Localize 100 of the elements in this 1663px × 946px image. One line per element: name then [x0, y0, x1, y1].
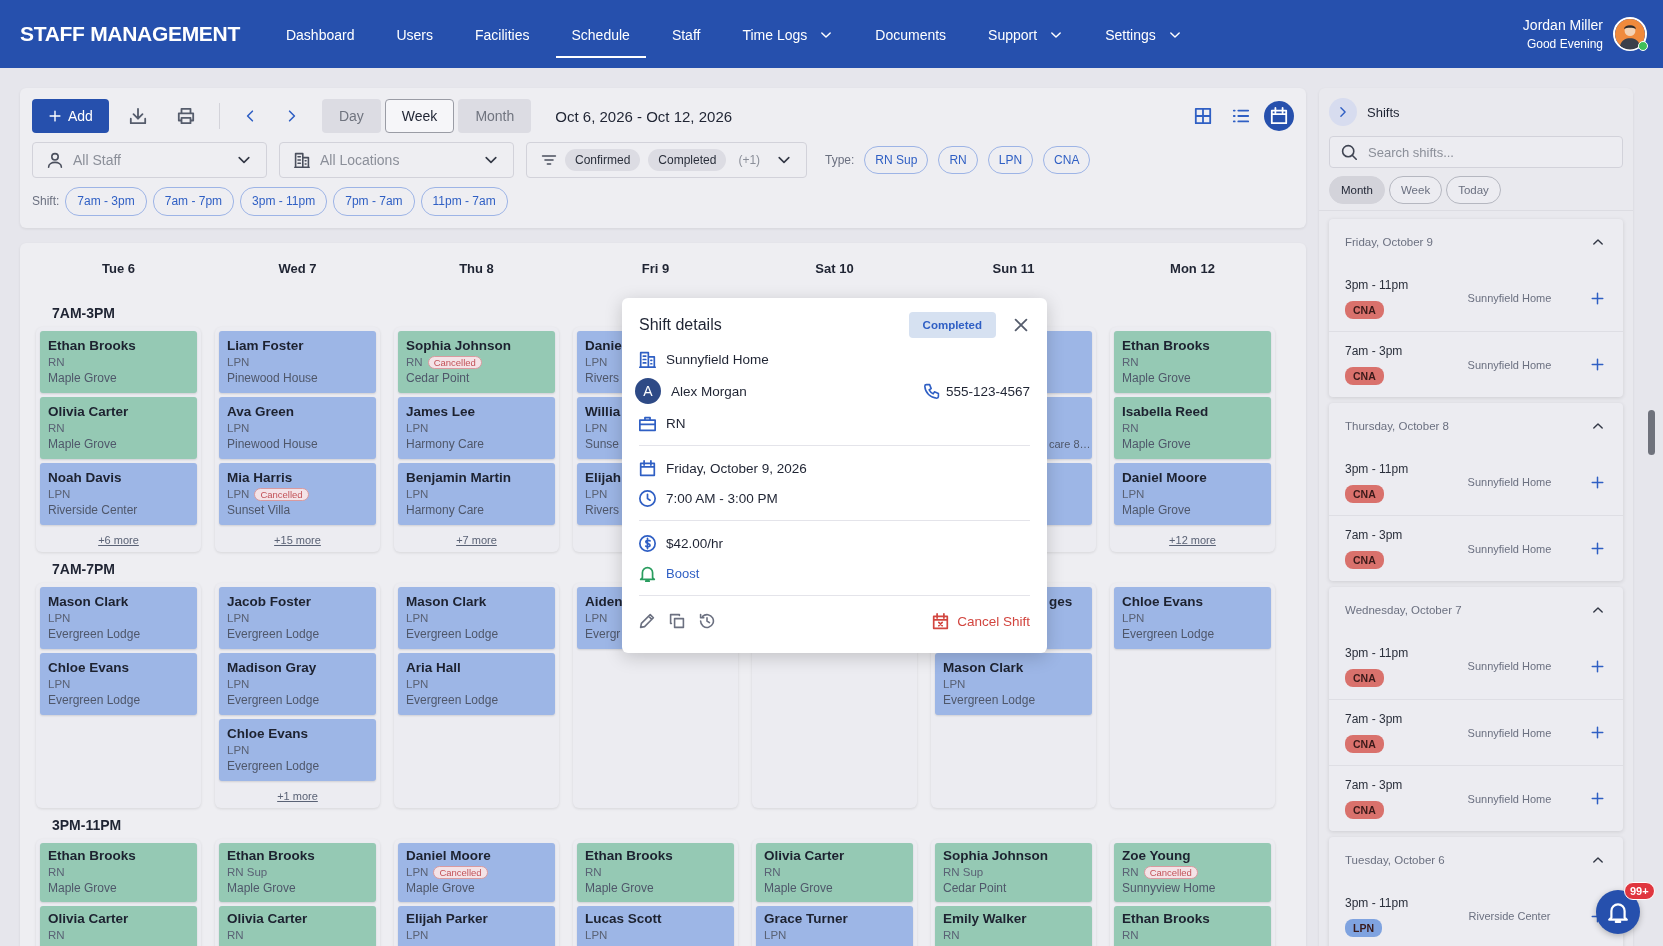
nav-link[interactable]: Users: [380, 14, 450, 58]
print-icon[interactable]: [176, 107, 195, 125]
facility-text: Pinewood House: [227, 371, 318, 385]
shift-card[interactable]: Lucas Scott LPN: [577, 906, 734, 946]
date-heading: Tuesday, October 6: [1345, 854, 1445, 866]
type-badge: CNA: [1345, 735, 1384, 753]
facility-text: Evergreen Lodge: [227, 759, 320, 773]
shift-card[interactable]: Ethan Brooks RN Maple Grove: [40, 331, 197, 393]
staff-name: Benjamin Martin: [406, 470, 511, 485]
shift-card[interactable]: Mason Clark LPN Evergreen Lodge: [935, 653, 1092, 715]
shift-card[interactable]: Jacob Foster LPN Evergreen Lodge: [219, 587, 376, 649]
avatar[interactable]: [1613, 17, 1647, 51]
more-link[interactable]: +6 more: [98, 534, 139, 546]
role-text: LPN: [48, 487, 71, 502]
plus-icon[interactable]: [1590, 474, 1605, 490]
type-filter-chip[interactable]: LPN: [987, 146, 1034, 174]
history-icon[interactable]: [699, 613, 715, 629]
shift-card[interactable]: Chloe Evans LPN Evergreen Lodge: [1114, 587, 1271, 649]
more-link[interactable]: +1 more: [277, 790, 318, 802]
add-button[interactable]: Add: [32, 99, 109, 133]
shift-card[interactable]: Madison Gray LPN Evergreen Lodge: [219, 653, 376, 715]
shift-card[interactable]: Benjamin Martin LPN Harmony Care: [398, 463, 555, 525]
plus-icon[interactable]: [1590, 791, 1605, 806]
shift-filter-chip[interactable]: 3pm - 11pm: [240, 186, 328, 216]
type-filter-chip[interactable]: RN Sup: [864, 146, 929, 174]
shift-card[interactable]: Mason Clark LPN Evergreen Lodge: [398, 587, 555, 649]
type-filter-chip[interactable]: RN: [938, 146, 978, 174]
range-tab[interactable]: Today: [1446, 176, 1501, 204]
shift-card[interactable]: Ethan Brooks RN Sup Maple Grove: [219, 843, 376, 902]
shift-filter-chip[interactable]: 11pm - 7am: [420, 186, 508, 216]
dollar-icon: [639, 534, 656, 552]
nav-link[interactable]: Support: [972, 14, 1080, 58]
shift-card[interactable]: Olivia Carter RN: [219, 906, 376, 946]
facility-text: Evergreen Lodge: [227, 627, 320, 641]
shift-card[interactable]: Isabella Reed RN Maple Grove: [1114, 397, 1271, 459]
shift-card[interactable]: Sophia Johnson RN Sup Cedar Point: [935, 843, 1092, 902]
shift-card[interactable]: Mia Harris LPN Cancelled Sunset Villa: [219, 463, 376, 525]
view-tab[interactable]: Week: [384, 99, 455, 133]
shift-card[interactable]: Liam Foster LPN Pinewood House: [219, 331, 376, 393]
plus-icon[interactable]: [1590, 357, 1605, 372]
view-tab[interactable]: Month: [458, 99, 532, 133]
plus-icon[interactable]: [1590, 658, 1605, 674]
plus-icon[interactable]: [1590, 290, 1605, 306]
shift-card[interactable]: Olivia Carter RN Maple Grove: [40, 397, 197, 459]
shift-card[interactable]: Ethan Brooks RN Maple Grove: [40, 843, 197, 902]
type-badge: LPN: [1345, 918, 1382, 937]
range-tab[interactable]: Month: [1329, 176, 1385, 204]
staff-name: Ethan Brooks: [1122, 911, 1210, 926]
nav-link[interactable]: Staff: [655, 14, 717, 58]
role-text: RN: [585, 865, 602, 880]
shift-card[interactable]: James Lee LPN Harmony Care: [398, 397, 555, 459]
shift-card[interactable]: Chloe Evans LPN Evergreen Lodge: [40, 653, 197, 715]
edit-icon[interactable]: [639, 613, 655, 629]
shift-card[interactable]: Noah Davis LPN Riverside Center: [40, 463, 197, 525]
cancel-shift-button[interactable]: Cancel Shift: [932, 612, 1030, 630]
download-icon[interactable]: [128, 107, 147, 125]
shift-filter-chip[interactable]: 7am - 7pm: [152, 186, 235, 216]
type-filter-chip[interactable]: CNA: [1043, 146, 1091, 174]
search-field[interactable]: Search shifts...: [1329, 136, 1623, 168]
nav-link[interactable]: Facilities: [459, 14, 546, 58]
shift-card[interactable]: Mason Clark LPN Evergreen Lodge: [40, 587, 197, 649]
staff-name: Willia: [585, 404, 621, 419]
facility-name: Sunnyfield Home: [1466, 476, 1553, 488]
collapse-button[interactable]: [1329, 98, 1357, 126]
status-dropdown[interactable]: Confirmed Completed (+1): [526, 142, 807, 178]
shift-card[interactable]: Ethan Brooks RN: [1114, 906, 1271, 946]
shift-card[interactable]: Elijah Parker LPN: [398, 906, 555, 946]
boost-link[interactable]: Boost: [666, 565, 700, 581]
range-tab[interactable]: Week: [1388, 176, 1443, 204]
more-link[interactable]: +7 more: [456, 534, 497, 546]
shift-card[interactable]: Ethan Brooks RN Maple Grove: [577, 843, 734, 902]
nav-link[interactable]: Schedule: [555, 14, 646, 58]
shift-filter-chip[interactable]: 7pm - 7am: [333, 186, 415, 216]
shift-card[interactable]: Zoe Young RN Cancelled Sunnyview Home: [1114, 843, 1271, 902]
copy-icon[interactable]: [669, 613, 685, 629]
more-link[interactable]: +15 more: [274, 534, 321, 546]
staff-name: Elijah: [585, 470, 621, 485]
more-link[interactable]: +12 more: [1169, 534, 1216, 546]
shift-card[interactable]: Aria Hall LPN Evergreen Lodge: [398, 653, 555, 715]
nav-link[interactable]: Settings: [1089, 14, 1198, 58]
plus-icon[interactable]: [1590, 725, 1605, 740]
view-tab[interactable]: Day: [321, 99, 381, 133]
calendar-view-button[interactable]: [1264, 101, 1294, 131]
close-icon[interactable]: [1012, 316, 1030, 334]
scrollbar-thumb[interactable]: [1648, 410, 1655, 455]
shift-card[interactable]: Ethan Brooks RN Maple Grove: [1114, 331, 1271, 393]
shift-card[interactable]: Grace Turner LPN: [756, 906, 913, 946]
shift-card[interactable]: Olivia Carter RN Maple Grove: [756, 843, 913, 902]
plus-icon[interactable]: [1590, 541, 1605, 556]
shift-card[interactable]: Olivia Carter RN: [40, 906, 197, 946]
nav-link[interactable]: Time Logs: [726, 14, 850, 58]
nav-link[interactable]: Documents: [859, 14, 963, 58]
shift-filter-chip[interactable]: 7am - 3pm: [65, 186, 147, 216]
shift-card[interactable]: Emily Walker RN: [935, 906, 1092, 946]
shift-card[interactable]: Chloe Evans LPN Evergreen Lodge: [219, 719, 376, 781]
shift-card[interactable]: Daniel Moore LPN Cancelled Maple Grove: [398, 843, 555, 902]
shift-card[interactable]: Sophia Johnson RN Cancelled Cedar Point: [398, 331, 555, 393]
nav-link[interactable]: Dashboard: [269, 14, 371, 58]
shift-card[interactable]: Ava Green LPN Pinewood House: [219, 397, 376, 459]
shift-card[interactable]: Daniel Moore LPN Maple Grove: [1114, 463, 1271, 525]
